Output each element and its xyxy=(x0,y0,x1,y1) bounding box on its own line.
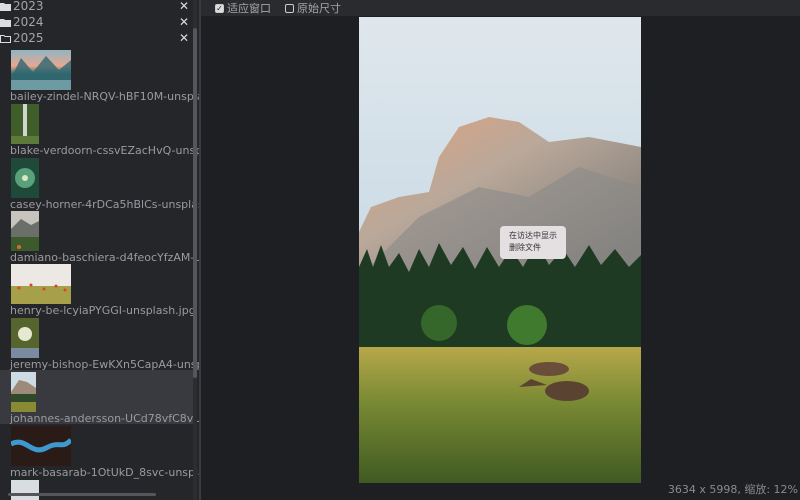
folder-label: 2023 xyxy=(13,0,44,13)
folder-2024[interactable]: 2024 ✕ xyxy=(0,14,193,30)
file-item-selected[interactable]: johannes-andersson-UCd78vfC8vU-unsplash.… xyxy=(0,370,199,425)
file-item[interactable]: jeremy-bishop-EwKXn5CapA4-unsplash.jpg xyxy=(0,318,199,372)
pane-divider[interactable] xyxy=(199,0,201,500)
fit-window-checkbox[interactable]: ✓ 适应窗口 xyxy=(215,0,271,16)
viewer-toolbar: ✓ 适应窗口 原始尺寸 xyxy=(201,0,800,16)
checkbox-checked-icon: ✓ xyxy=(215,3,224,13)
original-size-label: 原始尺寸 xyxy=(297,2,341,15)
thumbnail xyxy=(11,264,71,304)
thumbnail xyxy=(11,426,71,466)
thumbnail xyxy=(11,372,36,412)
file-name: henry-be-lcyiaPYGGI-unsplash.jpg xyxy=(10,304,196,317)
file-name: bailey-zindel-NRQV-hBF10M-unsplash.jpg xyxy=(10,90,199,103)
checkbox-unchecked-icon xyxy=(285,3,294,13)
file-item[interactable]: henry-be-lcyiaPYGGI-unsplash.jpg xyxy=(0,264,196,318)
folder-label: 2025 xyxy=(13,31,44,45)
menu-item-show-in-finder[interactable]: 在访达中显示 xyxy=(509,230,566,242)
sidebar-scrollbar-thumb[interactable] xyxy=(193,28,197,378)
file-name: damiano-baschiera-d4feocYfzAM-unsplash.j… xyxy=(10,251,199,264)
folder-filled-icon xyxy=(0,18,11,27)
folder-2025[interactable]: 2025 ✕ xyxy=(0,30,193,46)
file-name: johannes-andersson-UCd78vfC8vU-unsplash.… xyxy=(10,412,199,425)
close-folder-button[interactable]: ✕ xyxy=(179,14,189,30)
close-folder-button[interactable]: ✕ xyxy=(179,30,189,46)
file-sidebar: 2023 ✕ 2024 ✕ 2025 ✕ bailey-zindel-NRQV-… xyxy=(0,0,199,500)
folder-filled-icon xyxy=(0,2,11,11)
file-name: mark-basarab-1OtUkD_8svc-unsplash.jpg xyxy=(10,466,199,479)
file-item[interactable]: bailey-zindel-NRQV-hBF10M-unsplash.jpg xyxy=(0,50,199,104)
sidebar-horizontal-scrollbar[interactable] xyxy=(8,493,156,496)
thumbnail xyxy=(11,104,39,144)
thumbnail xyxy=(11,158,39,198)
folder-open-icon xyxy=(0,34,11,43)
close-folder-button[interactable]: ✕ xyxy=(179,0,189,14)
file-item[interactable]: damiano-baschiera-d4feocYfzAM-unsplash.j… xyxy=(0,211,199,265)
context-menu: 在访达中显示 删除文件 xyxy=(500,226,566,259)
thumbnail xyxy=(11,480,39,500)
file-item[interactable]: casey-horner-4rDCa5hBlCs-unsplash.jpg xyxy=(0,158,199,212)
file-name: blake-verdoorn-cssvEZacHvQ-unsplash.jpg xyxy=(10,144,199,157)
thumbnail xyxy=(11,318,39,358)
file-item[interactable]: mark-basarab-1OtUkD_8svc-unsplash.jpg xyxy=(0,426,199,480)
image-info-status: 3634 x 5998, 缩放: 12% xyxy=(667,483,798,496)
folder-2023[interactable]: 2023 ✕ xyxy=(0,0,193,14)
file-item[interactable]: blake-verdoorn-cssvEZacHvQ-unsplash.jpg xyxy=(0,104,199,158)
thumbnail xyxy=(11,211,39,251)
file-name: casey-horner-4rDCa5hBlCs-unsplash.jpg xyxy=(10,198,199,211)
thumbnail xyxy=(11,50,71,90)
folder-label: 2024 xyxy=(13,15,44,29)
fit-window-label: 适应窗口 xyxy=(227,2,271,15)
original-size-checkbox[interactable]: 原始尺寸 xyxy=(285,0,341,16)
menu-item-delete-file[interactable]: 删除文件 xyxy=(509,242,566,254)
